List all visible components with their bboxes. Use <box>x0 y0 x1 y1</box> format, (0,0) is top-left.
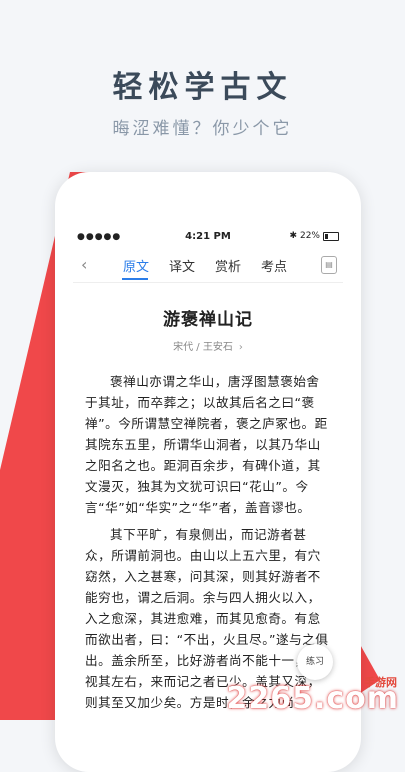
active-tab-indicator <box>122 278 148 280</box>
promo-subline: 晦涩难懂？你少个它 <box>112 119 293 139</box>
status-right: ✱ 22% <box>289 231 339 241</box>
battery-icon <box>323 231 339 241</box>
bluetooth-icon: ✱ <box>289 231 297 241</box>
article-title: 游褒禅山记 <box>163 310 253 330</box>
chevron-right-icon: › <box>238 342 243 353</box>
battery-percent: 22% <box>299 231 320 241</box>
tab-translation[interactable]: 译文 <box>159 256 205 275</box>
tabs: 原文 译文 赏析 考点 <box>113 256 297 275</box>
promo-headline: 轻松学古文 <box>112 70 293 105</box>
status-bar: ●●●●● 4:21 PM ✱ 22% <box>73 228 343 248</box>
back-icon[interactable]: ‹ <box>81 255 87 274</box>
practice-button[interactable]: 练习 <box>297 644 333 680</box>
article-paragraph: 褒禅山亦谓之华山，唐浮图慧褒始舍于其址，而卒葬之；以故其后名之曰“褒禅”。今所谓… <box>85 374 328 515</box>
tab-original[interactable]: 原文 <box>113 256 159 275</box>
author-info: 宋代 / 王安石 <box>173 342 233 353</box>
tab-bar: ‹ 原文 译文 赏析 考点 ▤ <box>73 248 343 283</box>
article-meta[interactable]: 宋代 / 王安石 › <box>73 338 343 353</box>
tab-exam-points[interactable]: 考点 <box>251 256 297 275</box>
book-icon[interactable]: ▤ <box>321 256 337 274</box>
tab-appreciation[interactable]: 赏析 <box>205 256 251 275</box>
watermark-logo: 2265.com <box>226 681 399 716</box>
